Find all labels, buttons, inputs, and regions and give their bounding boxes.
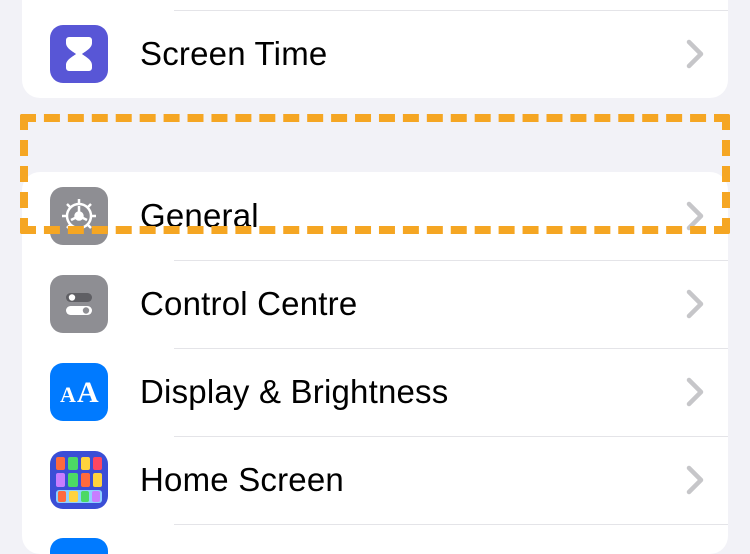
settings-row-control-centre[interactable]: Control Centre xyxy=(22,260,728,348)
svg-text:A: A xyxy=(60,382,76,407)
toggles-icon xyxy=(50,275,108,333)
hourglass-icon xyxy=(50,25,108,83)
settings-row-placeholder[interactable] xyxy=(22,0,728,10)
home-screen-icon xyxy=(50,451,108,509)
settings-row-general[interactable]: General xyxy=(22,172,728,260)
settings-row-label: General xyxy=(140,197,686,235)
settings-row-label: Display & Brightness xyxy=(140,373,686,411)
chevron-right-icon xyxy=(686,201,704,231)
settings-row-display-brightness[interactable]: A A Display & Brightness xyxy=(22,348,728,436)
settings-row-label: Screen Time xyxy=(140,35,686,73)
chevron-right-icon xyxy=(686,377,704,407)
settings-group-main: General Control Centre A A Display & Bri… xyxy=(22,172,728,554)
accessibility-icon xyxy=(50,538,108,554)
settings-row-label: Control Centre xyxy=(140,285,686,323)
settings-row-accessibility[interactable] xyxy=(22,524,728,554)
text-size-icon: A A xyxy=(50,363,108,421)
chevron-right-icon xyxy=(686,465,704,495)
settings-row-screen-time[interactable]: Screen Time xyxy=(22,10,728,98)
chevron-right-icon xyxy=(686,289,704,319)
settings-group-top: Screen Time xyxy=(22,0,728,98)
gear-icon xyxy=(50,187,108,245)
chevron-right-icon xyxy=(686,39,704,69)
group-separator xyxy=(0,98,750,172)
settings-row-label: Home Screen xyxy=(140,461,686,499)
svg-text:A: A xyxy=(77,376,99,408)
settings-row-home-screen[interactable]: Home Screen xyxy=(22,436,728,524)
